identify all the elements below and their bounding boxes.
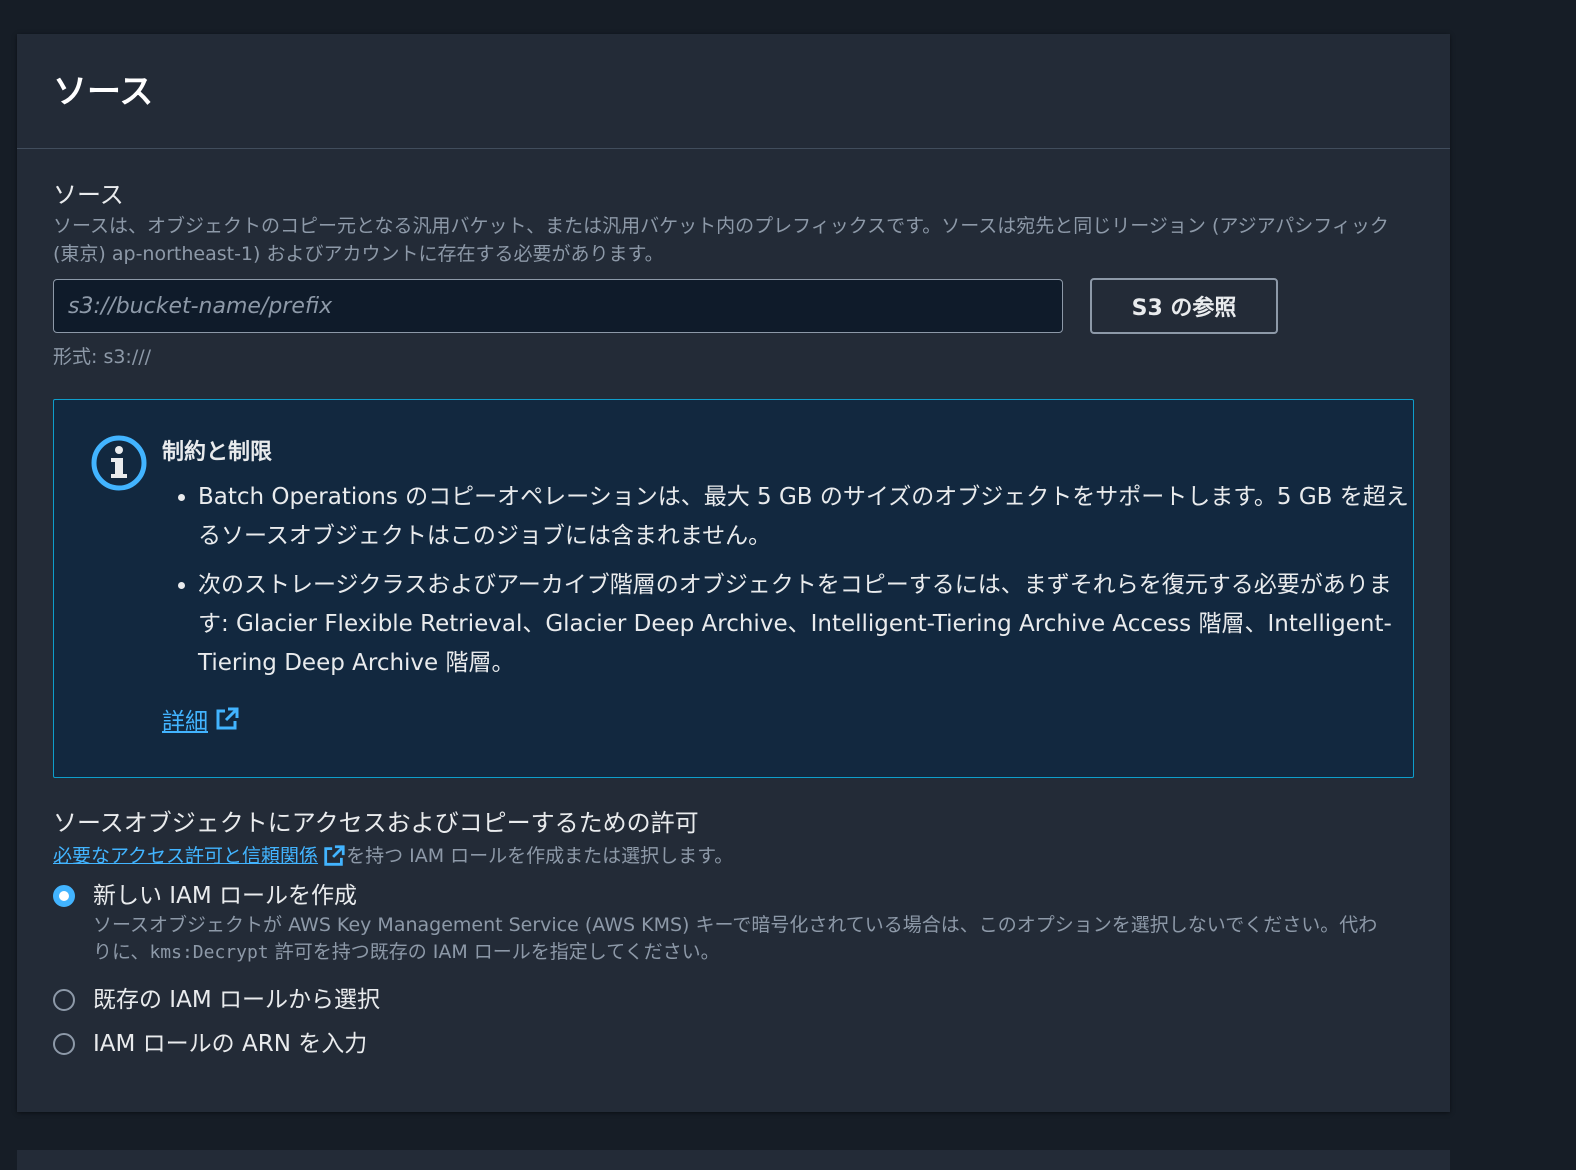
permissions-label: ソースオブジェクトにアクセスおよびコピーするための許可 (53, 809, 699, 837)
source-panel: ソース ソース ソースは、オブジェクトのコピー元となる汎用バケット、または汎用バ… (17, 34, 1450, 1112)
source-field-label: ソース (53, 181, 124, 209)
alert-item: Batch Operations のコピーオペレーションは、最大 5 GB のサ… (198, 478, 1413, 556)
permissions-doc-link[interactable]: 必要なアクセス許可と信頼関係 (53, 842, 346, 870)
radio-label: 新しい IAM ロールを作成 (93, 883, 357, 909)
external-link-icon (216, 707, 239, 730)
radio-text: 既存の IAM ロールから選択 (93, 984, 380, 1016)
radio-choose-existing-role[interactable]: 既存の IAM ロールから選択 (53, 984, 1415, 1016)
info-icon (91, 435, 147, 491)
permissions-section: ソースオブジェクトにアクセスおよびコピーするための許可 必要なアクセス許可と信頼… (53, 808, 1415, 1060)
radio-text: 新しい IAM ロールを作成 ソースオブジェクトが AWS Key Manage… (93, 880, 1393, 966)
source-format-hint: 形式: s3:/// (53, 346, 152, 368)
next-panel-edge (17, 1150, 1450, 1170)
radio-button[interactable] (53, 1033, 75, 1055)
details-link[interactable]: 詳細 (162, 702, 240, 736)
browse-s3-button[interactable]: S3 の参照 (1090, 278, 1278, 334)
source-field-description: ソースは、オブジェクトのコピー元となる汎用バケット、または汎用バケット内のプレフ… (53, 215, 1389, 265)
panel-content: ソース ソースは、オブジェクトのコピー元となる汎用バケット、または汎用バケット内… (53, 180, 1415, 1060)
permissions-description: 必要なアクセス許可と信頼関係 を持つ IAM ロールを作成または選択します。 (53, 842, 1415, 870)
radio-description: ソースオブジェクトが AWS Key Management Service (A… (93, 912, 1393, 966)
kms-decrypt-code: kms:Decrypt (149, 942, 269, 963)
source-uri-input[interactable] (53, 279, 1063, 333)
radio-enter-role-arn[interactable]: IAM ロールの ARN を入力 (53, 1028, 1415, 1060)
source-input-row: S3 の参照 (53, 278, 1415, 334)
panel-header: ソース (17, 34, 1450, 149)
radio-button[interactable] (53, 989, 75, 1011)
radio-desc-after: 許可を持つ既存の IAM ロールを指定してください。 (268, 941, 720, 963)
alert-title: 制約と制限 (162, 440, 273, 465)
details-link-label: 詳細 (162, 709, 208, 735)
limits-info-alert: 制約と制限 Batch Operations のコピーオペレーションは、最大 5… (53, 399, 1414, 778)
radio-label: IAM ロールの ARN を入力 (93, 1031, 368, 1057)
permissions-link-label: 必要なアクセス許可と信頼関係 (53, 845, 319, 867)
panel-title: ソース (53, 72, 154, 112)
radio-button-selected[interactable] (53, 885, 75, 907)
alert-list: Batch Operations のコピーオペレーションは、最大 5 GB のサ… (174, 478, 1413, 693)
radio-create-new-role[interactable]: 新しい IAM ロールを作成 ソースオブジェクトが AWS Key Manage… (53, 880, 1415, 966)
external-link-icon (324, 845, 345, 866)
alert-item: 次のストレージクラスおよびアーカイブ階層のオブジェクトをコピーするには、まずそれ… (198, 566, 1413, 683)
permissions-desc-suffix: を持つ IAM ロールを作成または選択します。 (346, 845, 734, 867)
radio-text: IAM ロールの ARN を入力 (93, 1028, 367, 1060)
radio-label: 既存の IAM ロールから選択 (93, 987, 380, 1013)
